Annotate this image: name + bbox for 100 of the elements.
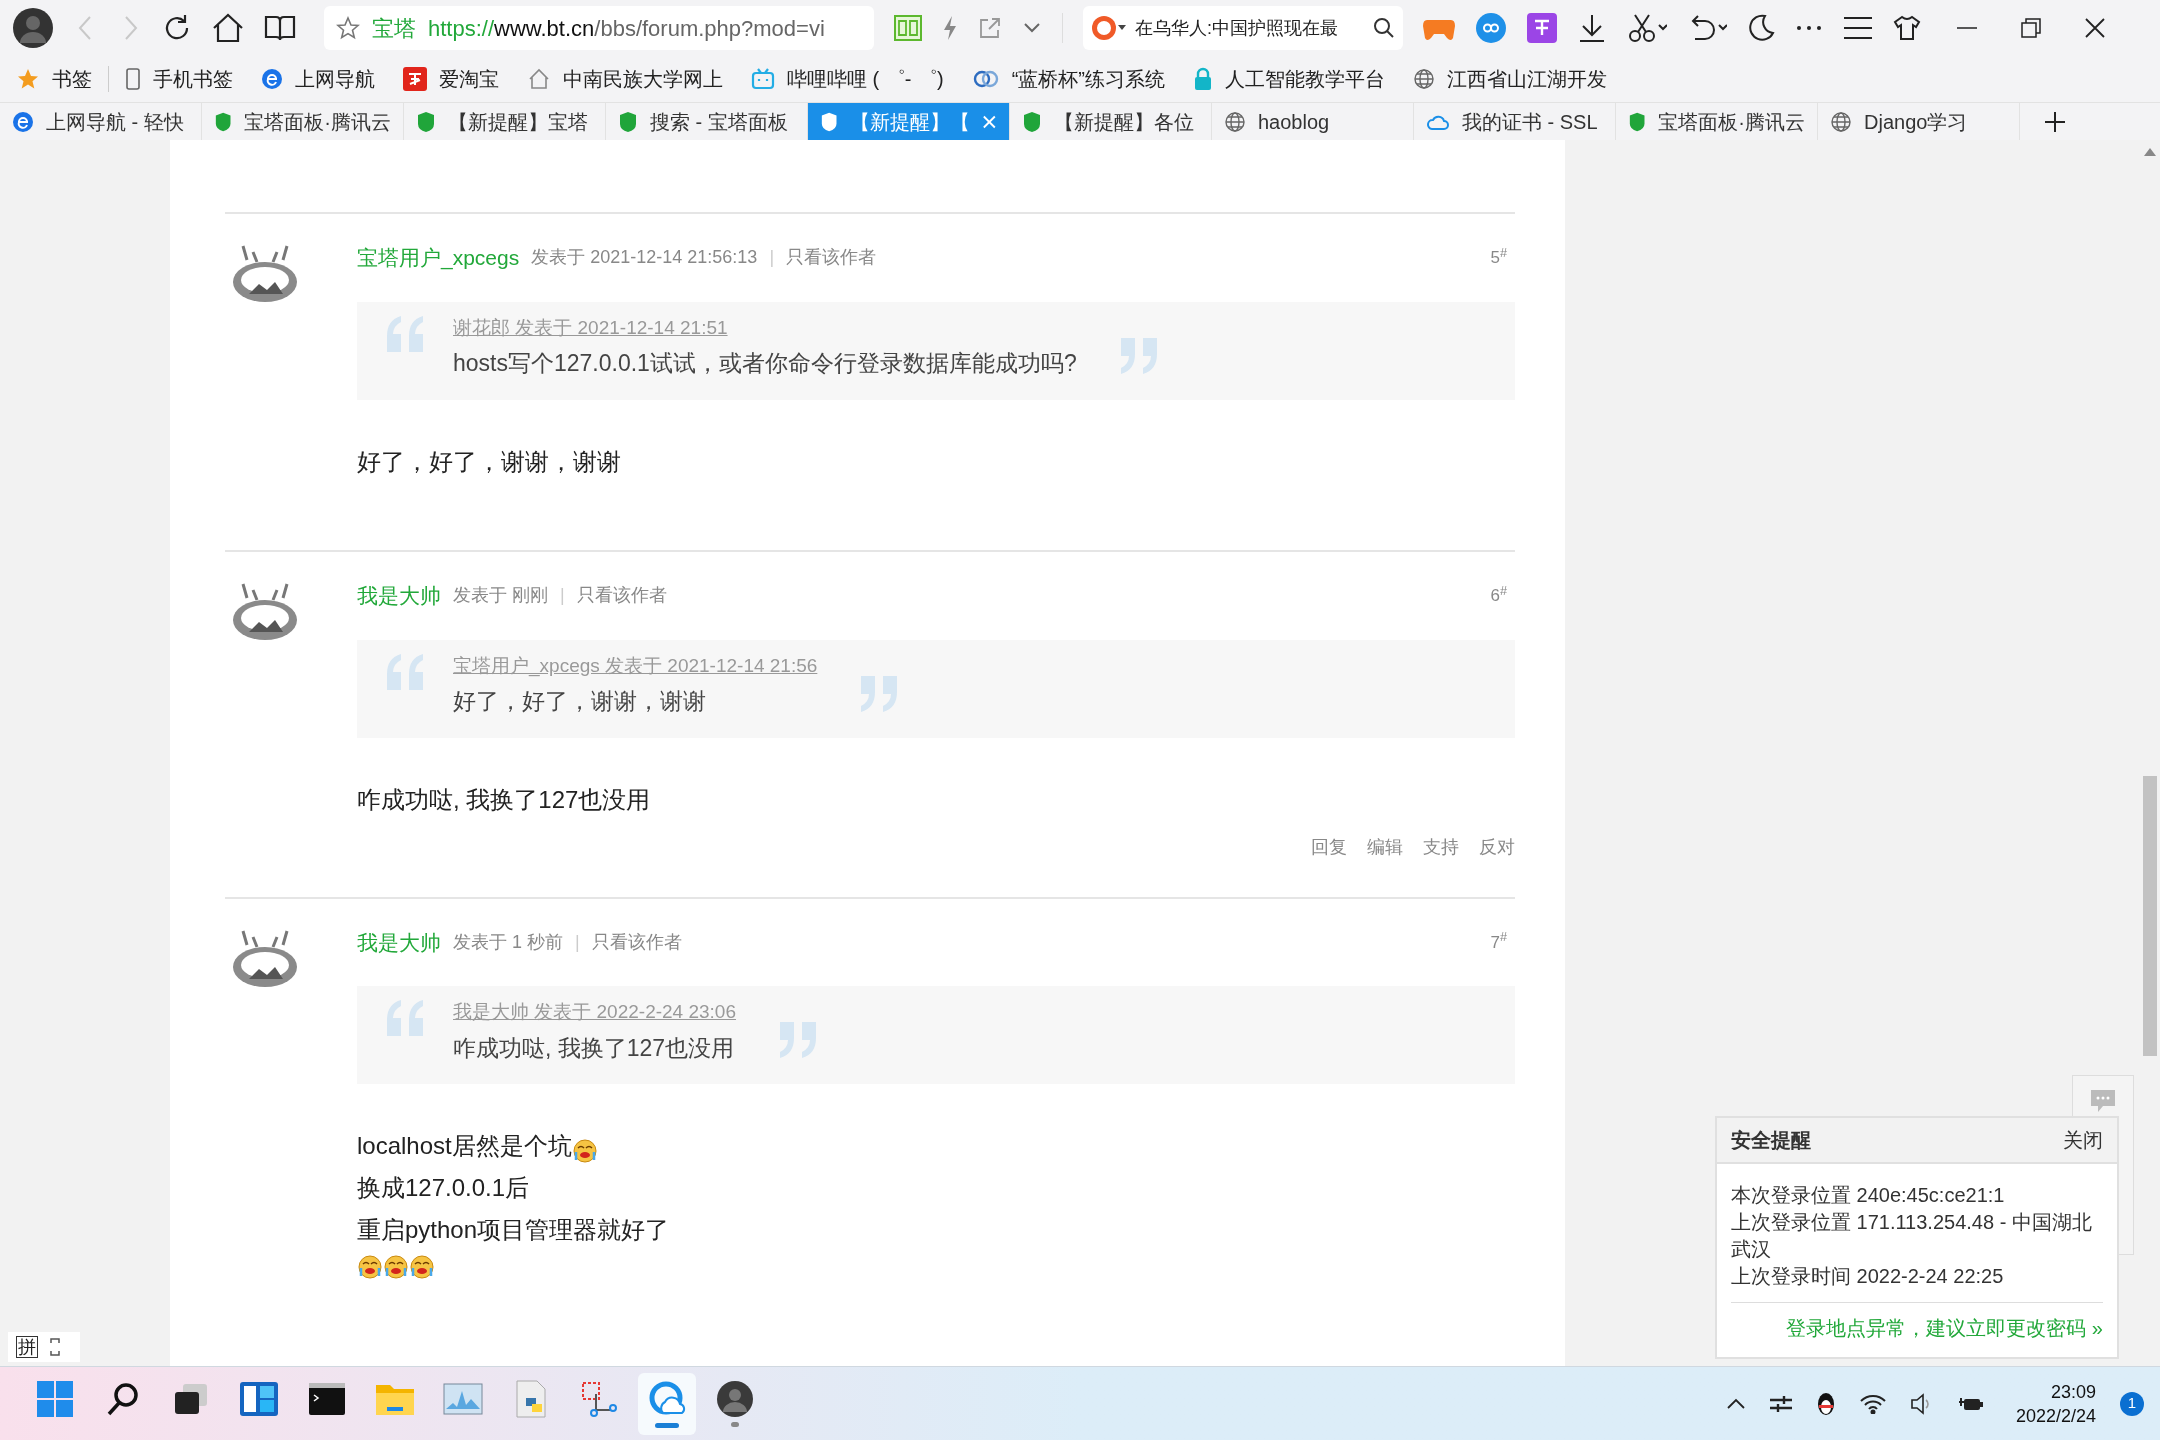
search-icon[interactable] [1373, 17, 1395, 39]
notification-badge[interactable]: 1 [2120, 1391, 2144, 1416]
author-only-link[interactable]: 只看该作者 [786, 244, 877, 272]
bookmark-item[interactable]: 手机书签 [125, 64, 233, 94]
site-label: 宝塔 [372, 14, 416, 43]
post-text: localhost居然是个坑 [357, 1131, 572, 1161]
post-text: 好了，好了，谢谢，谢谢 [357, 446, 621, 477]
bookmark-item[interactable]: 哔哩哔哩 ( ゜- ゜) [751, 64, 944, 94]
separator: | [560, 584, 565, 608]
crying-emoji-icon [357, 1254, 383, 1280]
globe-icon [1830, 110, 1852, 133]
star-icon[interactable] [336, 16, 360, 40]
translate-icon[interactable] [1527, 13, 1557, 43]
shield-icon [1022, 110, 1042, 133]
floor-number: 7$^{#}$ [1490, 929, 1507, 954]
sliders-icon[interactable] [1769, 1394, 1792, 1413]
lock-icon [1193, 67, 1213, 91]
post-text: 换成127.0.0.1后 [357, 1173, 530, 1203]
scroll-up-icon[interactable] [2144, 148, 2156, 156]
post-action-link[interactable]: 支持 [1423, 833, 1459, 861]
python-file-icon[interactable] [514, 1380, 548, 1418]
login-info-text: 上次登录位置 171.113.254.48 - 中国湖北武汉 [1731, 1210, 2093, 1262]
login-info-text: 本次登录位置 240e:45c:ce21:1 [1731, 1183, 2006, 1208]
clock-date[interactable]: 2022/2/24 [2015, 1403, 2096, 1428]
crying-emoji-icon [383, 1254, 409, 1280]
popup-title: 安全提醒 [1731, 1128, 1811, 1153]
post-action-link[interactable]: 回复 [1311, 833, 1347, 861]
close-icon[interactable] [2085, 18, 2105, 38]
minimize-icon[interactable] [1957, 26, 1977, 30]
post-action-link[interactable]: 编辑 [1367, 833, 1403, 861]
menu-icon[interactable] [1843, 16, 1873, 40]
phone-icon [125, 67, 141, 91]
bookmark-item[interactable]: 书签 [16, 64, 92, 94]
post-action-link[interactable]: 反对 [1479, 833, 1515, 861]
url-text: https://www.bt.cn/bbs/forum.php?mod=vi [428, 14, 825, 43]
house-icon [527, 67, 551, 91]
author-only-link[interactable]: 只看该作者 [591, 928, 682, 956]
post-text: 咋成功哒, 我换了127也没用 [357, 784, 651, 815]
clock-time[interactable]: 23:09 [2050, 1379, 2096, 1404]
wifi-icon[interactable] [1859, 1393, 1886, 1414]
ie-icon [261, 68, 283, 90]
penguin-icon[interactable] [1815, 1391, 1836, 1416]
chevron-up-icon[interactable] [1725, 1397, 1746, 1410]
post-time: 发表于 刚刚 [453, 584, 548, 608]
scissors-icon[interactable] [1627, 13, 1667, 43]
bookmark-item[interactable]: 中南民族大学网上 [527, 64, 723, 94]
ime-toolbar[interactable]: 拼 [8, 1332, 80, 1362]
home-icon[interactable] [212, 13, 244, 43]
shield-icon [416, 110, 436, 133]
share-icon[interactable] [978, 16, 1002, 40]
bookmark-item[interactable]: 上网导航 [261, 64, 375, 94]
search-icon[interactable] [105, 1381, 141, 1417]
shield-icon [618, 110, 638, 133]
chevron-down-icon[interactable] [1022, 21, 1042, 35]
crying-emoji-icon [409, 1254, 435, 1280]
globe-icon [1413, 68, 1435, 90]
floor-number: 5$^{#}$ [1490, 245, 1507, 269]
author-only-link[interactable]: 只看该作者 [576, 582, 667, 610]
ime-mode-label: 拼 [16, 1336, 38, 1358]
quote-text: 咋成功哒, 我换了127也没用 [453, 1033, 736, 1063]
globe-icon [1224, 110, 1246, 133]
windows-start-icon[interactable] [36, 1380, 74, 1418]
taobao-icon [403, 67, 427, 91]
restore-icon[interactable] [2021, 18, 2041, 38]
login-info-text: 上次登录时间 2022-2-24 22:25 [1731, 1264, 2005, 1289]
separator: | [575, 930, 580, 954]
bookmark-item[interactable]: 爱淘宝 [403, 64, 499, 94]
book-icon[interactable] [264, 14, 296, 42]
floor-number: 6$^{#}$ [1490, 583, 1507, 607]
popup-close-link[interactable]: 关闭 [2063, 1125, 2103, 1155]
ie-icon [12, 110, 34, 133]
rings-icon [971, 69, 1000, 89]
infinity-icon[interactable] [1475, 12, 1507, 44]
search-field[interactable]: 在乌华人:中国护照现在最 [1083, 6, 1403, 50]
scrollbar-thumb[interactable] [2143, 776, 2157, 1056]
scissors-icon[interactable] [580, 1380, 618, 1418]
terminal-icon[interactable] [309, 1383, 345, 1415]
avatar-icon[interactable] [716, 1380, 754, 1418]
more-icon[interactable] [1795, 24, 1823, 32]
bookmark-item[interactable]: 人工智能教学平台 [1193, 64, 1385, 94]
bookmark-item[interactable]: “蓝桥杯”练习系统 [971, 64, 1165, 94]
address-bar[interactable]: 宝塔 https://www.bt.cn/bbs/forum.php?mod=vi [324, 6, 874, 50]
profile-avatar-icon[interactable] [12, 7, 54, 49]
expand-icon[interactable] [50, 1338, 60, 1356]
post-time: 发表于 1 秒前 [453, 930, 563, 954]
star-icon [16, 67, 40, 91]
task-view-icon[interactable] [173, 1382, 209, 1416]
tv-icon [751, 68, 775, 90]
bookmark-item[interactable]: 江西省山江湖开发 [1413, 64, 1607, 94]
quote-text: 好了，好了，谢谢，谢谢 [453, 687, 707, 716]
shield-icon [820, 110, 839, 133]
shirt-icon[interactable] [1893, 15, 1921, 41]
moon-icon[interactable] [1747, 14, 1775, 42]
shield-icon [214, 110, 233, 133]
widgets-icon[interactable] [240, 1382, 278, 1416]
new-tab-icon[interactable] [2044, 110, 2066, 133]
download-icon[interactable] [1577, 13, 1607, 43]
quote-text: hosts写个127.0.0.1试试，或者你命令行登录数据库能成功吗? [453, 349, 1077, 378]
post-text: 重启python项目管理器就好了 [357, 1215, 670, 1245]
lightning-icon[interactable] [942, 15, 958, 41]
